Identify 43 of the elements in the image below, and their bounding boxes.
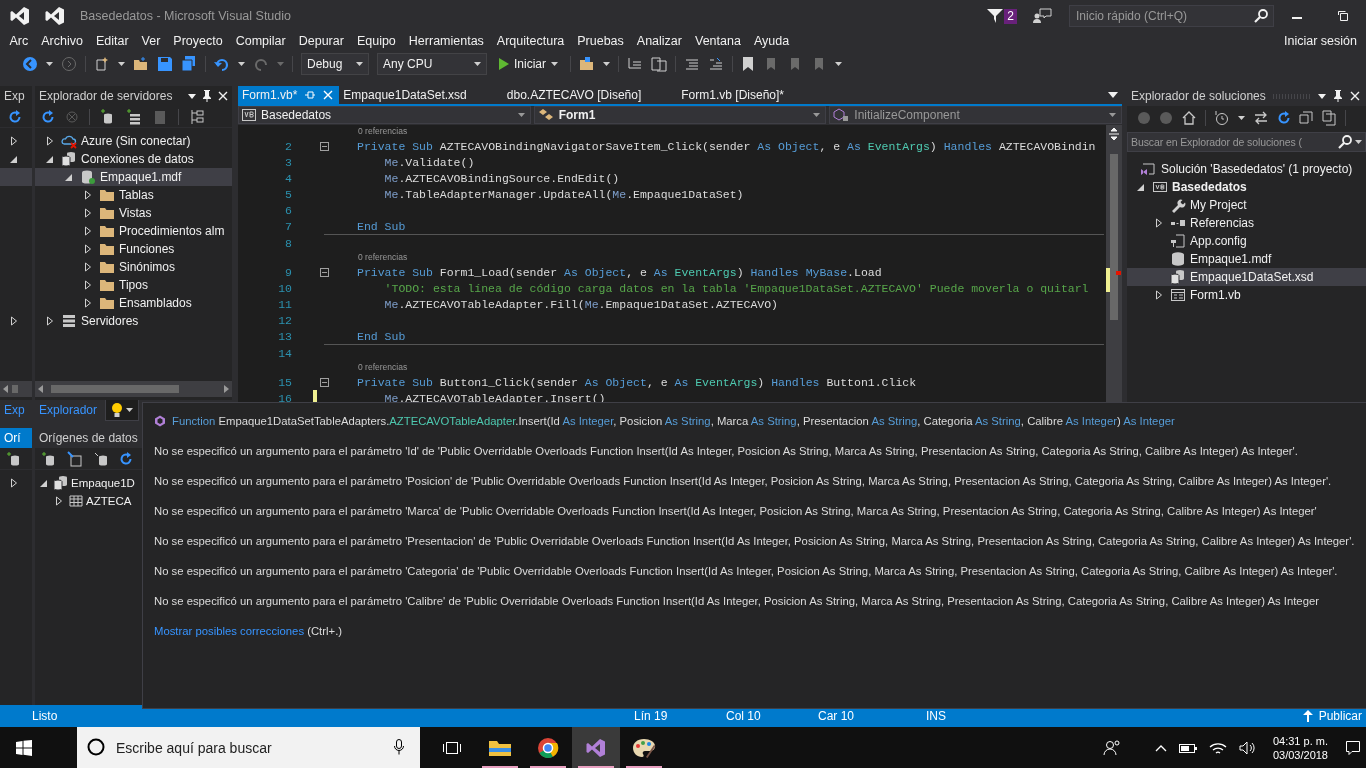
line-number: 10 [277,281,292,295]
column-indicator: Col 10 [726,709,762,723]
line-number: 9 [284,265,292,279]
code-line: Private Sub AZTECAVOBindingNavigatorSaveItem_Click(sender As Object, e As EventArgs) Handles AZTECAVOBindin [357,139,1096,153]
error-message: No se especificó un argumento para el parámetro 'Posicion' de 'Public Overridable Overloads Function Insert(Id As Integer, Posicion As String, Marca As String, Presentacion As String, Categoria As String, Calibre As Integer) As Integer'. [154,474,1333,489]
line-number: 16 [277,391,292,405]
error-message: No se especificó un argumento para el parámetro 'Presentacion' de 'Public Overridable Overloads Function Insert(Id As Integer, Posicion As String, Marca As String, Presentacion As String, Categoria As String, Calibre As Integer) As Integer'. [154,534,1356,549]
code-line: Private Sub Form1_Load(sender As Object, e As EventArgs) Handles MyBase.Load [357,265,882,279]
code-line: End Sub [357,219,406,233]
panel-title: Explorador de soluciones [1131,89,1266,103]
error-message: No se especificó un argumento para el parámetro 'Calibre' de 'Public Overridable Overloads Function Insert(Id As Integer, Posicion As String, Marca As String, Presentacion As String, Categoria As String, Calibre As Integer) As Integer [154,594,1320,609]
line-number: 6 [284,203,292,217]
signature-text: Function Empaque1DataSetTableAdapters.AZTECAVOTableAdapter.Insert(Id As Integer, Posicion As String, Marca As String, Presentacion As String, Categoria As String, Calibre As Integer) As Integer [172,414,1175,429]
char-indicator: Car 10 [818,709,856,723]
line-indicator: Lín 19 [634,709,669,723]
shortcut-text: (Ctrl+.) [307,625,343,637]
code-line: Private Sub Button1_Click(sender As Object, e As EventArgs) Handles Button1.Click [357,375,917,389]
window-title: Basededatos - Microsoft Visual Studio [80,9,291,23]
line-number: 13 [277,329,292,343]
panel-title: Explorador de servidores [39,89,173,103]
insert-mode-indicator: INS [926,709,946,723]
code-line: Me.Validate() [384,155,475,169]
line-number: 12 [277,313,292,327]
line-number: 15 [277,375,292,389]
line-number: 5 [284,187,292,201]
error-message: No se especificó un argumento para el parámetro 'Id' de 'Public Overridable Overloads Function Insert(Id As Integer, Posicion As String, Marca As String, Presentacion As String, Categoria As String, Calibre As Integer) As Integer'. [154,444,1299,459]
line-number: 11 [277,297,292,311]
line-number: 8 [284,236,292,250]
line-number: 7 [284,219,292,233]
line-number: 4 [284,171,292,185]
line-number: 14 [277,346,292,360]
code-line: 'TODO: esta línea de código carga datos en la tabla 'Empaque1DataSet.AZTECAVO' Puede moverla o quitarl [384,281,1089,295]
code-line: End Sub [357,329,406,343]
code-line: Me.AZTECAVOBindingSource.EndEdit() [384,171,620,185]
code-line: Me.TableAdapterManager.UpdateAll(Me.Empaque1DataSet) [384,187,744,201]
status-text: Listo [32,709,59,723]
panel-title: Exp [4,89,25,103]
code-line: Me.AZTECAVOTableAdapter.Fill(Me.Empaque1DataSet.AZTECAVO) [384,297,778,311]
panel-title: Orígenes de datos [39,431,138,445]
line-number: 3 [284,155,292,169]
error-message: No se especificó un argumento para el parámetro 'Marca' de 'Public Overridable Overloads Function Insert(Id As Integer, Posicion As String, Marca As String, Presentacion As String, Categoria As String, Calibre As Integer) As Integer' [154,504,1318,519]
error-message: No se especificó un argumento para el parámetro 'Categoria' de 'Public Overridable Overloads Function Insert(Id As Integer, Posicion As String, Marca As String, Presentacion As String, Categoria As String, Calibre As Integer) As Integer'. [154,564,1339,579]
line-number: 2 [284,139,292,153]
